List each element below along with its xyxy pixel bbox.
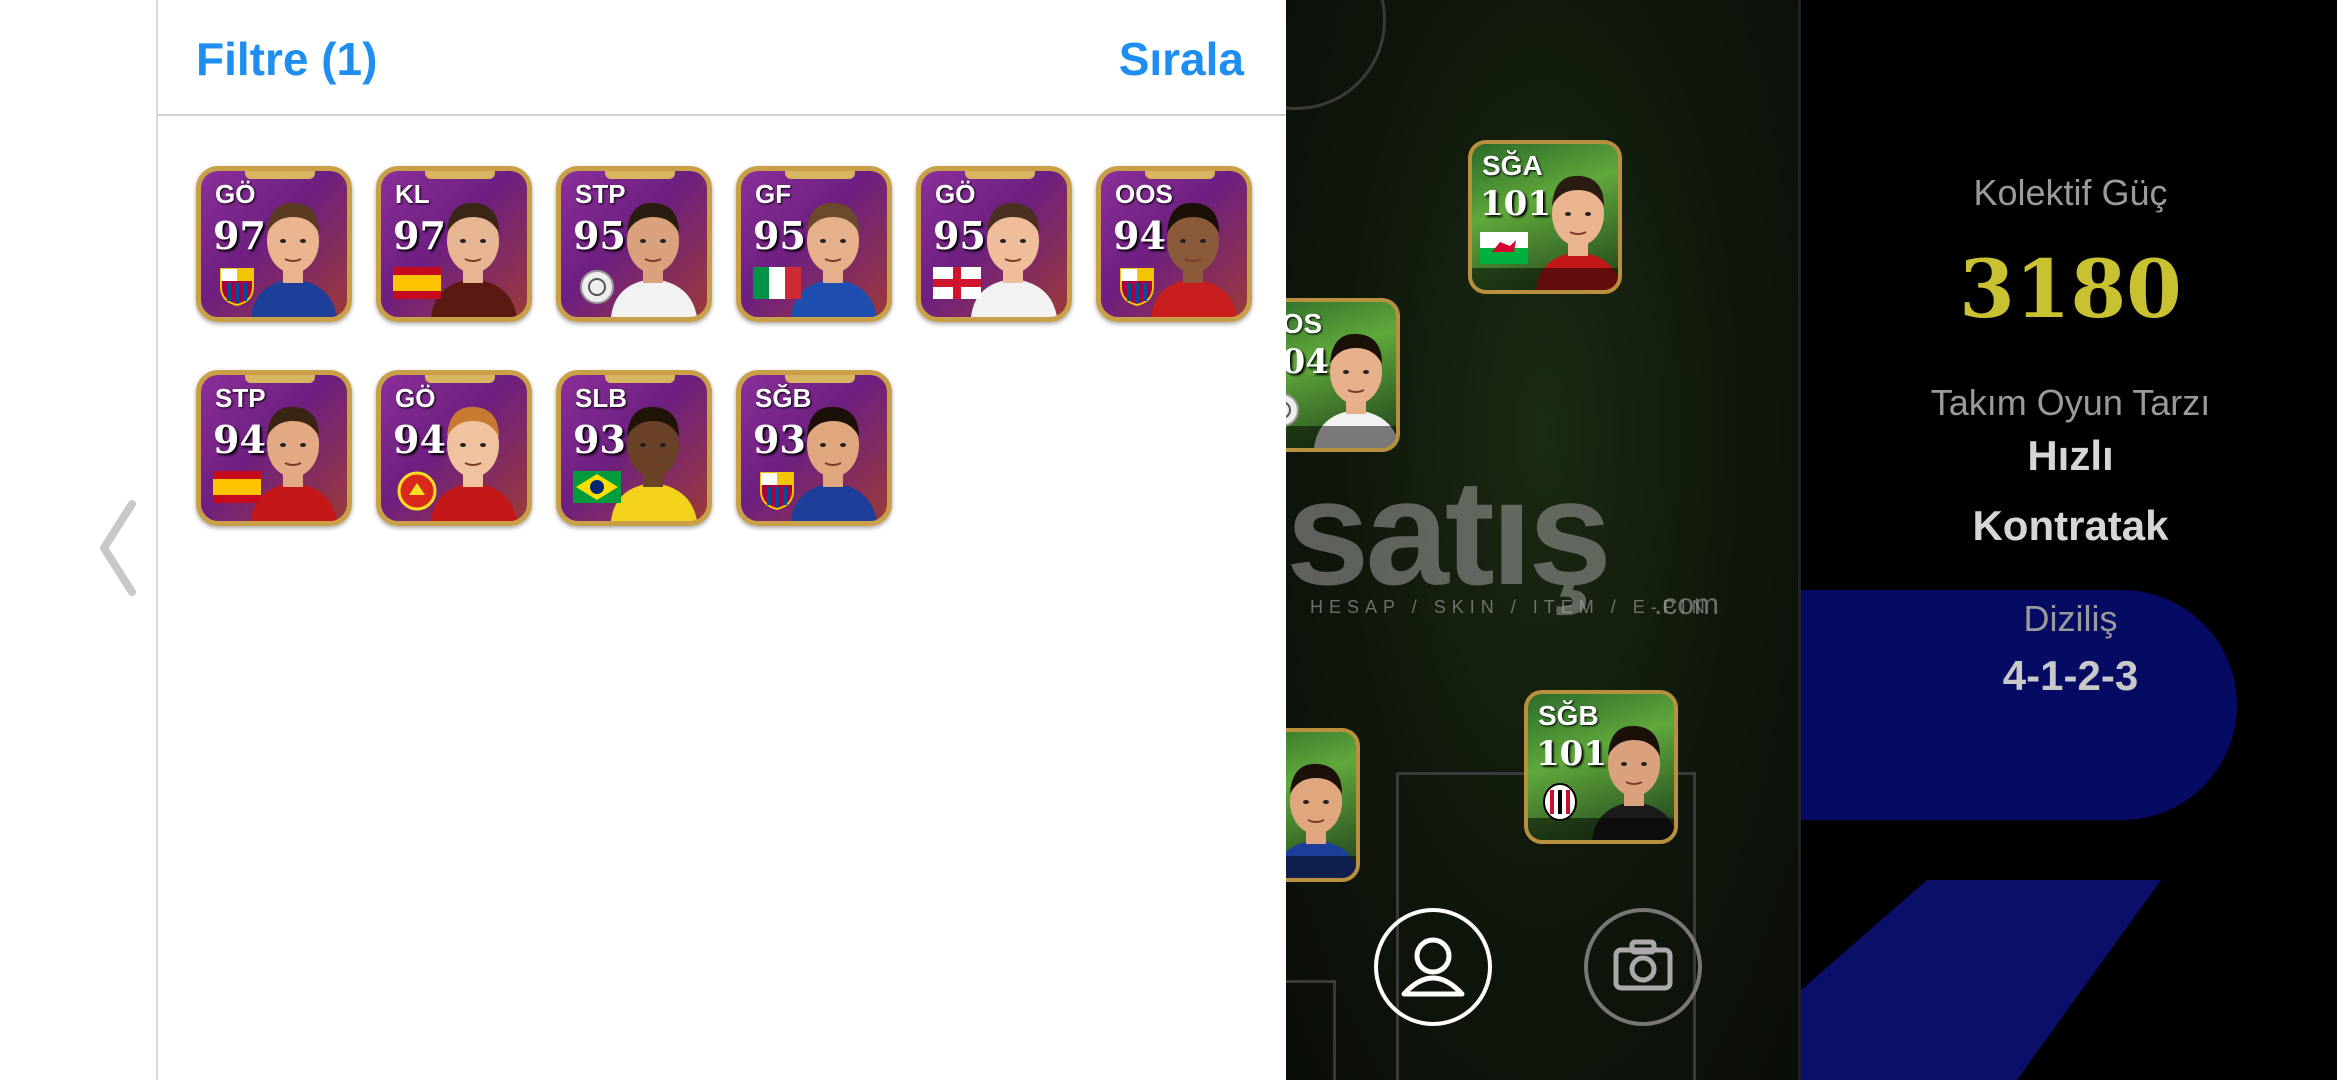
pitch-view: satış HESAP / SKIN / ITEM / E-PIN .com S… xyxy=(1286,0,1798,1080)
player-card[interactable]: GÖ 95 xyxy=(916,166,1072,322)
left-margin xyxy=(0,0,158,1080)
player-position: KL xyxy=(395,179,430,209)
panel-header: Filtre (1) Sırala xyxy=(158,0,1286,116)
player-card[interactable]: GF 95 xyxy=(736,166,892,322)
club-crest-icon xyxy=(573,267,621,305)
manchester-united-crest-icon xyxy=(393,471,441,511)
player-position: GÖ xyxy=(215,179,256,209)
player-position: SLB xyxy=(575,383,627,413)
player-position: OOS xyxy=(1115,179,1173,209)
camera-button[interactable] xyxy=(1584,908,1702,1026)
fc-barcelona-crest-icon xyxy=(753,471,801,511)
decor-shape xyxy=(1801,880,2161,1080)
pitch-player-card[interactable]: SĞA 101 xyxy=(1468,140,1622,294)
player-card[interactable]: KL 97 xyxy=(376,166,532,322)
player-profile-button[interactable] xyxy=(1374,908,1492,1026)
player-position: STP xyxy=(215,383,266,413)
camera-icon xyxy=(1613,939,1673,991)
player-position: GÖ xyxy=(395,383,436,413)
player-card[interactable]: GÖ 97 xyxy=(196,166,352,322)
england-flag-icon xyxy=(933,267,981,305)
pitch-player-card[interactable]: SĞB 101 xyxy=(1524,690,1678,844)
player-rating: 93 xyxy=(573,417,626,462)
player-rating: 95 xyxy=(753,213,806,258)
player-position: STP xyxy=(575,179,626,209)
filter-button[interactable]: Filtre (1) xyxy=(196,32,377,86)
player-position: GF xyxy=(755,179,792,209)
pitch-player-card[interactable] xyxy=(1286,728,1360,882)
card-footer xyxy=(1472,268,1618,290)
legend-tab xyxy=(245,375,315,383)
team-style-value-1: Hızlı xyxy=(2027,432,2114,479)
pitch-player-card[interactable]: OOS104 xyxy=(1286,298,1400,452)
pitch-center-circle xyxy=(1286,0,1386,110)
person-icon xyxy=(1401,937,1465,997)
player-rating: 95 xyxy=(573,213,626,258)
formation-label: Diziliş xyxy=(2023,598,2118,639)
player-card[interactable]: GÖ 94 xyxy=(376,370,532,526)
player-card[interactable]: STP 95 xyxy=(556,166,712,322)
player-card[interactable]: SĞB 93 xyxy=(736,370,892,526)
team-power-value: 3180 xyxy=(1959,242,2182,336)
legend-tab xyxy=(605,171,675,179)
italy-flag-icon xyxy=(753,267,801,305)
sort-button[interactable]: Sırala xyxy=(1119,32,1244,86)
player-rating: 104 xyxy=(1286,342,1329,382)
player-rating: 97 xyxy=(393,213,446,258)
player-position: GÖ xyxy=(935,179,976,209)
player-rating: 93 xyxy=(753,417,806,462)
player-position: SĞB xyxy=(1538,700,1599,731)
wales-flag-icon xyxy=(1480,232,1528,270)
legend-tab xyxy=(1145,171,1215,179)
chevron-left-icon[interactable] xyxy=(96,500,140,596)
player-portrait xyxy=(1286,748,1356,878)
legend-tab xyxy=(605,375,675,383)
legend-tab xyxy=(785,375,855,383)
player-rating: 94 xyxy=(393,417,446,462)
player-rating: 97 xyxy=(213,213,266,258)
team-power-label: Kolektif Güç xyxy=(1973,172,2168,213)
player-rating: 94 xyxy=(1113,213,1166,258)
player-rating: 101 xyxy=(1480,184,1551,224)
card-footer xyxy=(1286,856,1356,878)
formation-value[interactable]: 4-1-2-3 xyxy=(1801,652,2337,700)
legend-tab xyxy=(245,171,315,179)
watermark-subtitle: HESAP / SKIN / ITEM / E-PIN xyxy=(1310,597,1711,617)
player-position: SĞA xyxy=(1482,150,1543,181)
player-position: SĞB xyxy=(755,383,812,413)
player-rating: 94 xyxy=(213,417,266,462)
club-crest-icon xyxy=(1286,390,1306,428)
legend-tab xyxy=(965,171,1035,179)
team-style-value-2: Kontratak xyxy=(1972,502,2169,549)
watermark-domain: .com xyxy=(1654,588,1720,621)
ac-milan-crest-icon xyxy=(1536,782,1584,821)
legend-tab xyxy=(425,171,495,179)
watermark-logo: satış xyxy=(1286,448,1612,616)
spain-flag-icon xyxy=(213,471,261,509)
legend-tab xyxy=(785,171,855,179)
team-info-panel: Kolektif Güç 3180 Takım Oyun Tarzı Hızlı… xyxy=(1798,0,2337,1080)
player-card[interactable]: SLB 93 xyxy=(556,370,712,526)
player-rating: 95 xyxy=(933,213,986,258)
team-style-label: Takım Oyun Tarzı xyxy=(1930,382,2211,423)
spain-flag-icon xyxy=(393,267,441,305)
player-list-panel: Filtre (1) Sırala GÖ 97 KL 97 STP 95 GF 95 GÖ 95 O… xyxy=(158,0,1286,1080)
pitch-goal-box xyxy=(1286,980,1336,1080)
brazil-flag-icon xyxy=(573,471,621,509)
player-rating: 101 xyxy=(1536,734,1607,774)
fc-barcelona-crest-icon xyxy=(213,267,261,307)
player-card[interactable]: OOS 94 xyxy=(1096,166,1252,322)
player-card[interactable]: STP 94 xyxy=(196,370,352,526)
fc-barcelona-crest-icon xyxy=(1113,267,1161,307)
player-position: OOS xyxy=(1286,308,1323,339)
legend-tab xyxy=(425,375,495,383)
